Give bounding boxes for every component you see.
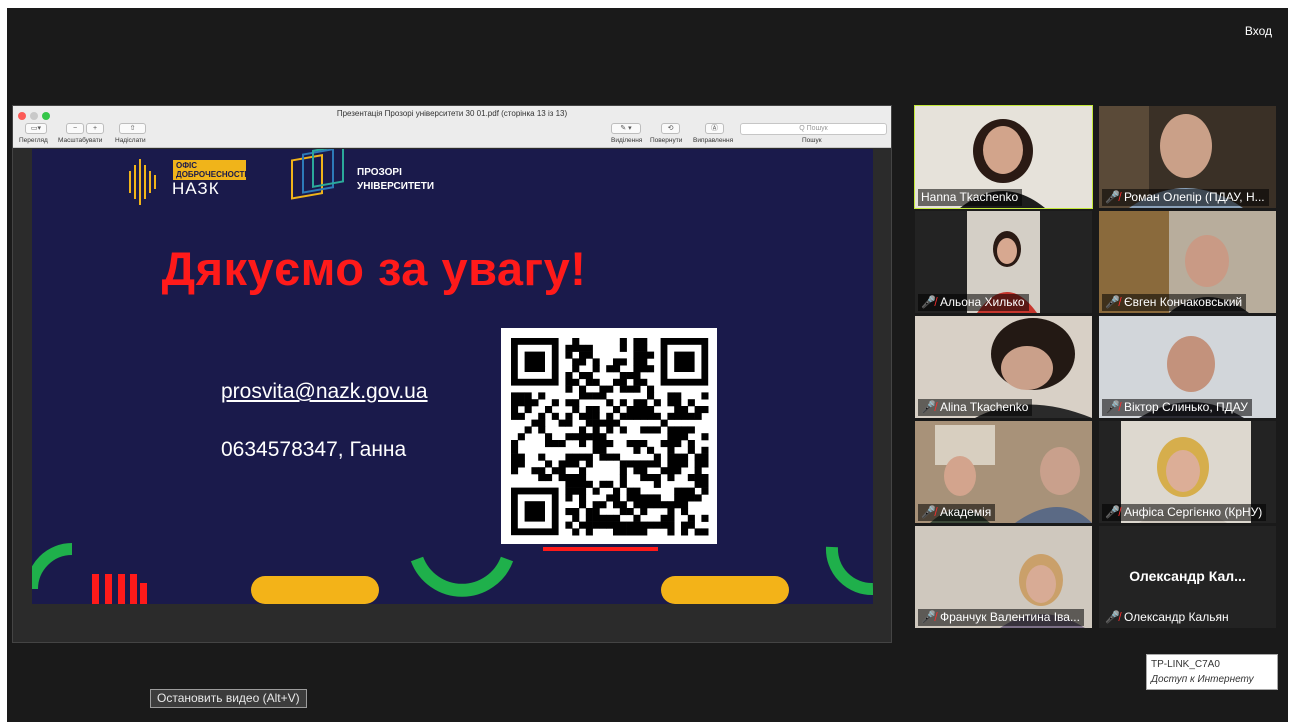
participant-name: Hanna Tkachenko [918,189,1023,206]
toolbar-label: Виправлення [693,137,734,144]
toolbar-label: Пошук [802,137,822,144]
participant-name: 🎤̸ Академія [918,504,996,521]
participant-tile[interactable]: 🎤̸ Альона Хилько [915,211,1092,313]
participant-tile[interactable]: Олександр Кал... 🎤̸ Олександр Кальян [1099,526,1276,628]
muted-mic-icon: 🎤̸ [1105,610,1120,624]
network-status: Доступ к Интернету [1151,674,1254,685]
participant-name: 🎤̸ Олександр Кальян [1105,610,1229,624]
participant-name: 🎤̸ Франчук Валентина Іва... [918,609,1084,626]
participant-name: 🎤̸ Альона Хилько [918,294,1029,311]
participant-name: 🎤̸ Євген Кончаковський [1102,294,1247,311]
document-title: Презентація Прозорі університети 30 01.p… [336,109,568,118]
enter-button[interactable]: Вход [1239,20,1278,42]
participant-name: 🎤̸ Анфіса Сергієнко (КрНУ) [1102,504,1267,521]
participant-tile[interactable]: 🎤̸ Академія [915,421,1092,523]
participant-name: 🎤̸ Роман Олепір (ПДАУ, Н... [1102,189,1269,206]
preview-search-input[interactable]: Q Пошук [740,123,887,135]
preview-toolbar: Презентація Прозорі університети 30 01.p… [13,106,891,148]
highlight-button[interactable]: ✎ ▾ [611,123,641,134]
shared-screen: Презентація Прозорі університети 30 01.p… [12,105,892,643]
decorative-pill [661,576,789,604]
toolbar-label: Перегляд [19,137,48,144]
participant-tile[interactable]: 🎤̸ Євген Кончаковський [1099,211,1276,313]
participant-tile[interactable]: 🎤̸ Франчук Валентина Іва... [915,526,1092,628]
presentation-slide: ОФІС ДОБРОЧЕСНОСТІ НАЗК ПРОЗОРІ УНІВЕРСИ… [32,149,873,604]
zoom-in-button[interactable]: + [86,123,104,134]
muted-mic-icon: 🎤̸ [1105,400,1120,414]
toolbar-label: Повернути [650,137,683,144]
stop-video-button[interactable]: Остановить видео (Alt+V) [150,689,307,708]
share-button[interactable]: ⇧ [119,123,146,134]
decorative-shapes [32,543,873,604]
meeting-window: Вход Презентація Прозорі університети 30… [7,8,1288,722]
zoom-out-button[interactable]: − [66,123,84,134]
sidebar-toggle-button[interactable]: ▭▾ [25,123,47,134]
toolbar-label: Виділення [611,137,643,144]
participant-video-off-name: Олександр Кал... [1129,568,1246,584]
participant-name: 🎤̸ Віктор Слинько, ПДАУ [1102,399,1252,416]
muted-mic-icon: 🎤̸ [921,610,936,624]
participant-name: 🎤̸ Alina Tkachenko [918,399,1033,416]
participant-tile[interactable]: Hanna Tkachenko [914,105,1093,209]
network-name: TP-LINK_C7A0 [1151,659,1220,670]
muted-mic-icon: 🎤̸ [921,295,936,309]
participant-tile[interactable]: 🎤̸ Віктор Слинько, ПДАУ [1099,316,1276,418]
muted-mic-icon: 🎤̸ [921,400,936,414]
participant-tile[interactable]: 🎤̸ Роман Олепір (ПДАУ, Н... [1099,106,1276,208]
muted-mic-icon: 🎤̸ [1105,295,1120,309]
muted-mic-icon: 🎤̸ [1105,190,1120,204]
decorative-pill [251,576,379,604]
participant-tile[interactable]: 🎤̸ Анфіса Сергієнко (КрНУ) [1099,421,1276,523]
participant-tile[interactable]: 🎤̸ Alina Tkachenko [915,316,1092,418]
network-tooltip: TP-LINK_C7A0 Доступ к Интернету [1146,654,1278,690]
muted-mic-icon: 🎤̸ [1105,505,1120,519]
toolbar-label: Масштабувати [58,137,103,144]
rotate-button[interactable]: ⟲ [661,123,680,134]
muted-mic-icon: 🎤̸ [921,505,936,519]
markup-button[interactable]: Ⓐ [705,123,724,134]
toolbar-label: Надіслати [115,137,146,144]
